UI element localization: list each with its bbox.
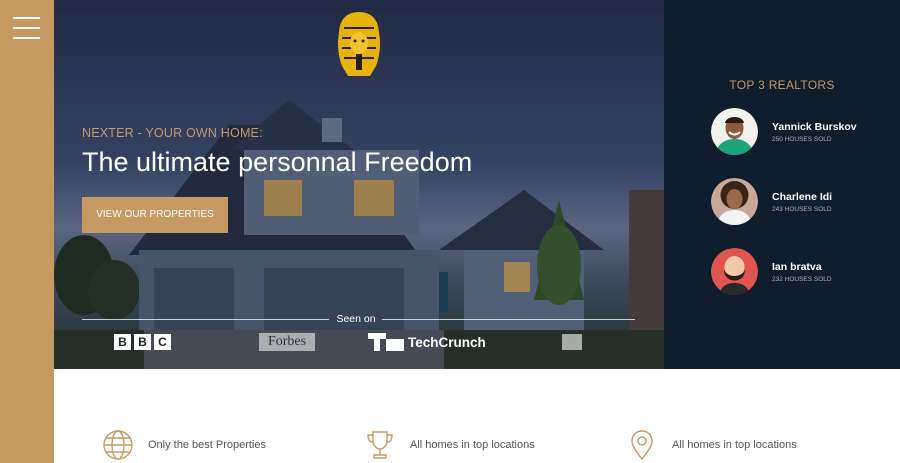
realtor-card[interactable]: Yannick Burskov 250 HOUSES SOLD — [711, 108, 891, 156]
hero-section: NEXTER - YOUR OWN HOME: The ultimate per… — [54, 0, 664, 369]
divider-line-right — [382, 319, 635, 320]
feature-label: Only the best Properties — [148, 439, 267, 451]
features-section: Only the best Properties All homes in to… — [54, 369, 900, 463]
bbc-letter: C — [154, 334, 171, 350]
hamburger-menu-icon[interactable] — [13, 17, 40, 39]
realtor-card[interactable]: Charlene Idi 243 HOUSES SOLD — [711, 178, 891, 226]
globe-icon — [103, 430, 133, 460]
techcrunch-mark-icon — [368, 333, 404, 351]
seen-on-divider: Seen on — [54, 312, 664, 326]
realtor-card[interactable]: Ian bratva 232 HOUSES SOLD — [711, 248, 891, 296]
avatar — [711, 248, 758, 295]
bbc-letter: B — [134, 334, 151, 350]
realtors-title: TOP 3 REALTORS — [729, 78, 835, 92]
pharaoh-logo-icon[interactable] — [334, 10, 384, 78]
feature-label: All homes in top locations — [672, 439, 797, 451]
feature-label: All homes in top locations — [410, 439, 535, 451]
top-realtors-panel: TOP 3 REALTORS Yannick Burskov 250 HOUSE… — [664, 0, 900, 369]
seen-on-label: Seen on — [336, 313, 376, 325]
press-logo-small — [562, 334, 582, 350]
hero-title: The ultimate personnal Freedom — [82, 147, 473, 177]
bbc-logo: B B C — [114, 334, 171, 354]
techcrunch-wordmark: TechCrunch — [408, 334, 486, 350]
avatar — [711, 108, 758, 155]
realtor-houses-sold: 250 HOUSES SOLD — [772, 136, 832, 143]
realtor-name: Yannick Burskov — [772, 121, 857, 133]
divider-line-left — [82, 319, 329, 320]
realtor-houses-sold: 232 HOUSES SOLD — [772, 276, 832, 283]
techcrunch-logo: TechCrunch — [368, 332, 486, 352]
bbc-letter: B — [114, 334, 131, 350]
realtor-houses-sold: 243 HOUSES SOLD — [772, 206, 832, 213]
map-pin-icon — [631, 430, 653, 461]
view-properties-button[interactable]: VIEW OUR PROPERTIES — [82, 197, 228, 233]
hero-subtitle: NEXTER - YOUR OWN HOME: — [82, 126, 263, 140]
trophy-icon — [367, 431, 393, 459]
realtor-name: Ian bratva — [772, 261, 822, 273]
sidebar — [0, 0, 54, 463]
realtor-name: Charlene Idi — [772, 191, 833, 203]
avatar — [711, 178, 758, 225]
forbes-logo: Forbes — [259, 333, 315, 351]
